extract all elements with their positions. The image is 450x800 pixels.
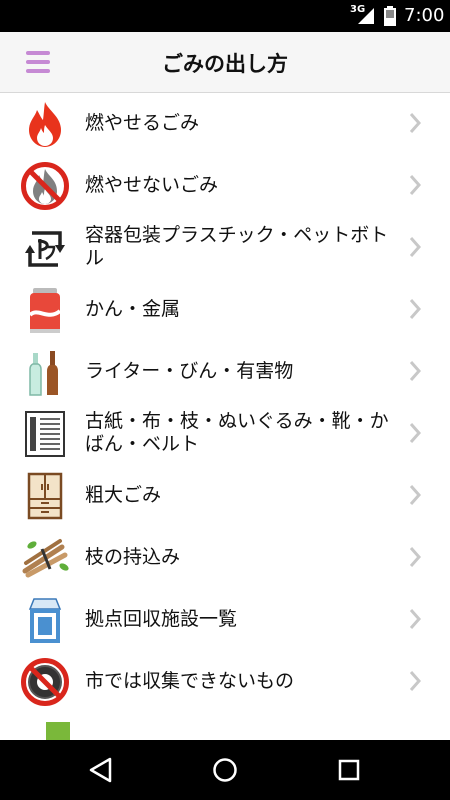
chevron-right-icon <box>409 299 422 319</box>
page-title: ごみの出し方 <box>162 52 288 76</box>
prohibited-tire-icon <box>21 658 69 706</box>
list-item-label: 枝の持込み <box>85 546 181 568</box>
list-item-paper-cloth[interactable]: 古紙・布・枝・ぬいぐるみ・靴・かばん・ベルト <box>0 403 450 466</box>
list-item-label: 粗大ごみ <box>85 484 162 506</box>
list-item-lighters-bottles[interactable]: ライター・びん・有害物 <box>0 341 450 404</box>
chevron-right-icon <box>409 113 422 133</box>
bottles-icon <box>29 351 58 396</box>
navigation-bar <box>0 740 450 800</box>
battery-icon <box>384 6 396 26</box>
list-item-label: ライター・びん・有害物 <box>85 360 294 382</box>
list-item-branches-dropoff[interactable]: 枝の持込み <box>0 527 450 590</box>
list-item-collection-points[interactable]: 拠点回収施設一覧 <box>0 589 450 652</box>
home-circle-icon[interactable] <box>210 755 240 785</box>
chevron-right-icon <box>409 361 422 381</box>
list-item-burnable[interactable]: 燃やせるごみ <box>0 93 450 156</box>
chevron-right-icon <box>409 609 422 629</box>
list-item-plastic-pet[interactable]: 容器包装プラスチック・ペットボトル <box>0 217 450 280</box>
plastic-recycle-mark-icon <box>25 231 65 267</box>
list-item-label: かん・金属 <box>85 298 181 320</box>
green-item-icon <box>46 722 70 740</box>
list-item-cans-metal[interactable]: かん・金属 <box>0 279 450 342</box>
clock: 7:00 <box>404 5 445 26</box>
recents-square-icon[interactable] <box>334 755 364 785</box>
soda-can-icon <box>28 288 62 333</box>
app-bar: ごみの出し方 <box>0 32 450 93</box>
list-item-not-collected[interactable]: 市では収集できないもの <box>0 651 450 714</box>
signal-icon <box>358 8 374 24</box>
chevron-right-icon <box>409 237 422 257</box>
status-bar: 3G 7:00 <box>0 0 450 32</box>
list-item-label: 燃やせるごみ <box>85 112 200 134</box>
cabinet-icon <box>27 472 63 520</box>
chevron-right-icon <box>409 423 422 443</box>
list-item-non-burnable[interactable]: 燃やせないごみ <box>0 155 450 218</box>
branches-bundle-icon <box>22 539 69 578</box>
newspaper-bundle-icon <box>25 411 65 457</box>
chevron-right-icon <box>409 547 422 567</box>
chevron-right-icon <box>409 485 422 505</box>
burnable-flame-icon <box>29 102 61 147</box>
list-item-label: 燃やせないごみ <box>85 174 219 196</box>
list-item-label: 古紙・布・枝・ぬいぐるみ・靴・かばん・ベルト <box>85 410 389 455</box>
list-item-partial[interactable] <box>0 713 450 740</box>
back-triangle-icon[interactable] <box>86 755 116 785</box>
milk-carton-icon <box>28 598 62 643</box>
chevron-right-icon <box>409 175 422 195</box>
chevron-right-icon <box>409 671 422 691</box>
list-item-label: 拠点回収施設一覧 <box>85 608 238 630</box>
list-item-label: 市では収集できないもの <box>85 670 295 692</box>
non-burnable-prohibited-flame-icon <box>21 162 69 210</box>
category-list: 燃やせるごみ 燃やせないごみ 容器包装プラスチック・ペットボトル かん・金属 ラ… <box>0 93 450 740</box>
list-item-label: 容器包装プラスチック・ペットボトル <box>85 224 389 269</box>
list-item-bulky[interactable]: 粗大ごみ <box>0 465 450 528</box>
